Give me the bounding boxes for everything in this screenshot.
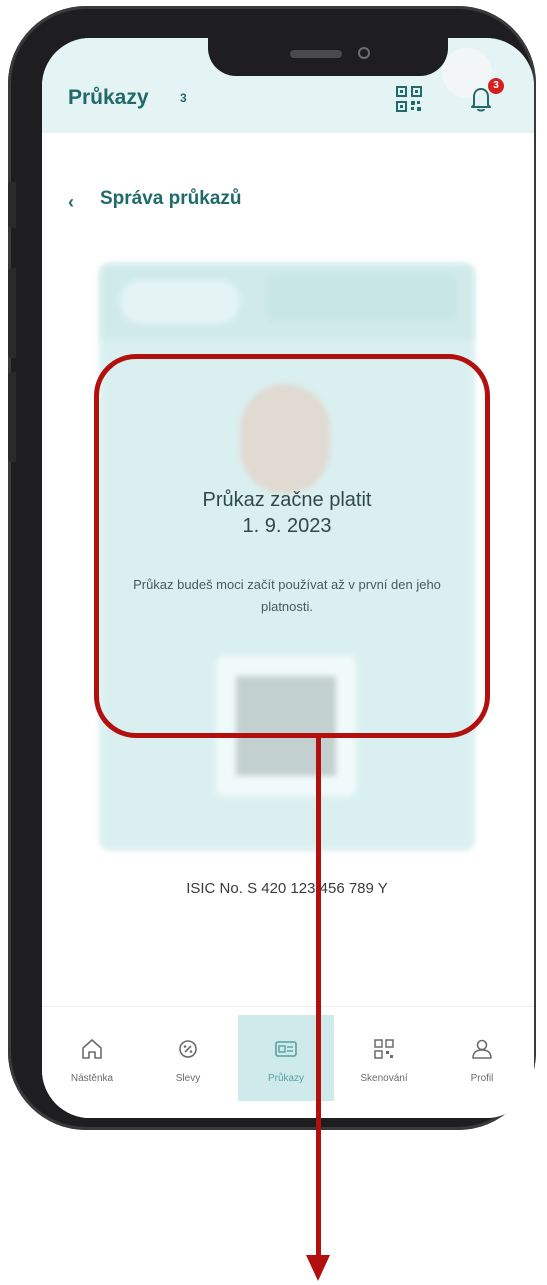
nav-item-profil[interactable]: Profil [434, 1015, 530, 1101]
nav-label: Profil [470, 1073, 494, 1084]
phone-side-button [8, 182, 16, 228]
annotation-arrow-line [316, 738, 321, 1258]
page-title: Průkazy [68, 86, 149, 109]
nav-item-nastenka[interactable]: Nástěnka [44, 1015, 140, 1101]
id-card-icon [275, 1041, 297, 1057]
bottom-nav: Nástěnka Slevy Průkazy Skenování Profil [42, 1006, 534, 1118]
nav-label: Slevy [175, 1073, 201, 1084]
annotation-arrow-head [306, 1255, 330, 1281]
phone-side-button [8, 268, 16, 358]
qr-scan-icon [374, 1039, 394, 1059]
phone-side-button [8, 372, 16, 462]
annotation-highlight-box [94, 354, 490, 738]
discount-icon [179, 1040, 197, 1058]
user-icon [472, 1039, 492, 1059]
nav-label: Nástěnka [70, 1073, 114, 1084]
qr-code-icon[interactable] [396, 86, 422, 112]
back-button[interactable]: ‹ [68, 192, 74, 213]
nav-item-skenovani[interactable]: Skenování [336, 1015, 432, 1101]
isic-number: ISIC No. S 420 123 456 789 Y [186, 880, 388, 897]
speaker [290, 50, 342, 58]
notification-badge: 3 [488, 78, 504, 94]
nav-item-slevy[interactable]: Slevy [140, 1015, 236, 1101]
home-icon [82, 1039, 102, 1059]
notch [208, 38, 448, 76]
camera [358, 47, 370, 59]
section-title: Správa průkazů [100, 188, 242, 209]
cards-count: 3 [180, 91, 187, 105]
nav-label: Skenování [360, 1073, 408, 1084]
